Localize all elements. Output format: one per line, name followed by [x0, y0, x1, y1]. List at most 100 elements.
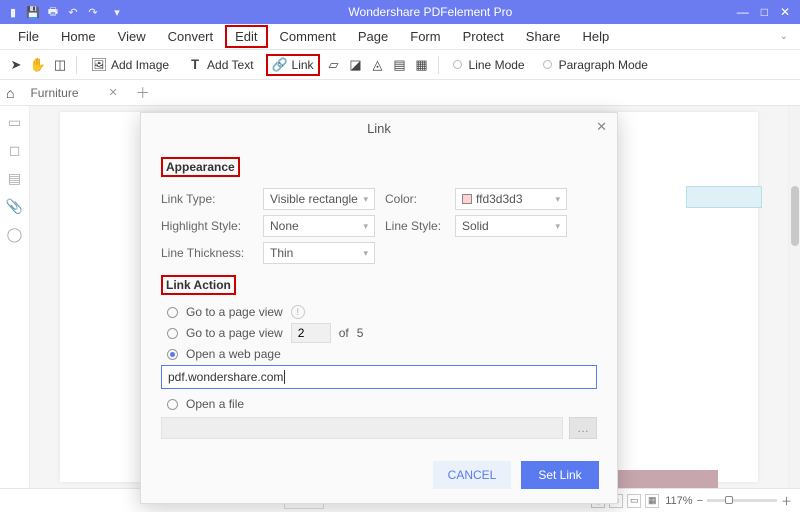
color-swatch-icon	[462, 194, 472, 204]
zoom-control: 117% − ＋	[665, 493, 792, 509]
file-path-input[interactable]	[161, 417, 563, 439]
chevron-down-icon: ▾	[363, 221, 368, 232]
line-mode-label: Line Mode	[469, 58, 525, 72]
link-icon: 🔗	[272, 57, 288, 73]
dialog-footer: CANCEL Set Link	[141, 451, 617, 503]
menu-convert[interactable]: Convert	[158, 25, 224, 48]
link-highlight-box[interactable]	[686, 186, 762, 208]
text-icon: 𝐓	[187, 57, 203, 73]
highlight-style-select[interactable]: None▾	[263, 215, 375, 237]
menu-form[interactable]: Form	[400, 25, 450, 48]
zoom-slider[interactable]	[707, 499, 777, 502]
chevron-down-icon: ▾	[555, 194, 560, 205]
line-mode-toggle[interactable]: Line Mode	[447, 55, 531, 75]
bookmarks-icon[interactable]: ◻	[7, 142, 23, 158]
menu-page[interactable]: Page	[348, 25, 398, 48]
cursor-icon[interactable]: ➤	[8, 57, 24, 73]
titlebar: ▮ 💾 🖶 ↶ ↷ ▾ Wondershare PDFelement Pro ―…	[0, 0, 800, 24]
app-title: Wondershare PDFelement Pro	[124, 5, 737, 19]
menu-file[interactable]: File	[8, 25, 49, 48]
text-cursor	[284, 370, 285, 384]
zoom-value: 117%	[665, 495, 692, 507]
left-sidebar: ▭ ◻ ▤ 📎 ◯	[0, 106, 30, 488]
label-of: of	[339, 326, 349, 340]
paragraph-mode-toggle[interactable]: Paragraph Mode	[537, 55, 654, 75]
background-icon[interactable]: ◬	[370, 57, 386, 73]
radio-go-to-page-view[interactable]	[167, 307, 178, 318]
tab-label: Furniture	[30, 86, 78, 100]
menu-home[interactable]: Home	[51, 25, 106, 48]
home-tab-icon[interactable]: ⌂	[6, 85, 14, 101]
link-button[interactable]: 🔗 Link	[266, 54, 320, 76]
section-link-action: Link Action	[161, 275, 236, 295]
save-icon[interactable]: 💾	[26, 5, 40, 19]
link-type-select[interactable]: Visible rectangle▾	[263, 188, 375, 210]
dialog-close-icon[interactable]: ✕	[596, 119, 607, 135]
label-go-to-page-view: Go to a page view	[186, 305, 283, 319]
url-input[interactable]: pdf.wondershare.com	[161, 365, 597, 389]
image-icon: 🖼	[91, 57, 107, 73]
radio-open-file[interactable]	[167, 399, 178, 410]
zoom-out-icon[interactable]: −	[697, 495, 703, 507]
label-go-to-page-view-2: Go to a page view	[186, 326, 283, 340]
comments-icon[interactable]: ▤	[7, 170, 23, 186]
add-text-label: Add Text	[207, 58, 253, 72]
menu-view[interactable]: View	[108, 25, 156, 48]
line-style-select[interactable]: Solid▾	[455, 215, 567, 237]
document-tabbar: ⌂ Furniture ✕ ＋	[0, 80, 800, 106]
url-value: pdf.wondershare.com	[168, 370, 283, 384]
scrollbar-thumb[interactable]	[791, 186, 799, 246]
label-open-file: Open a file	[186, 397, 244, 411]
radio-open-web-page[interactable]	[167, 349, 178, 360]
print-icon[interactable]: 🖶	[46, 5, 60, 19]
add-image-label: Add Image	[111, 58, 169, 72]
window-controls: ― □ ✕	[737, 5, 790, 19]
minimize-icon[interactable]: ―	[737, 5, 749, 19]
zoom-in-icon[interactable]: ＋	[781, 493, 792, 509]
label-page-total: 5	[357, 326, 364, 340]
view-grid-icon[interactable]: ▦	[645, 494, 659, 508]
watermark-icon[interactable]: ◪	[348, 57, 364, 73]
label-line-thickness: Line Thickness:	[161, 246, 253, 260]
menu-edit[interactable]: Edit	[225, 25, 267, 48]
set-link-button[interactable]: Set Link	[521, 461, 599, 489]
footer-icon[interactable]: ▦	[414, 57, 430, 73]
menubar-expand-icon[interactable]: ⌄	[776, 31, 792, 42]
label-color: Color:	[385, 192, 445, 206]
add-text-button[interactable]: 𝐓 Add Text	[181, 54, 259, 76]
chevron-down-icon: ▾	[363, 248, 368, 259]
crop-icon[interactable]: ▱	[326, 57, 342, 73]
undo-icon[interactable]: ↶	[66, 5, 80, 19]
tab-add-icon[interactable]: ＋	[136, 83, 150, 103]
search-panel-icon[interactable]: ◯	[7, 226, 23, 242]
line-thickness-select[interactable]: Thin▾	[263, 242, 375, 264]
attachments-icon[interactable]: 📎	[7, 198, 23, 214]
label-open-web-page: Open a web page	[186, 347, 281, 361]
browse-file-button[interactable]: …	[569, 417, 597, 439]
tab-close-icon[interactable]: ✕	[109, 86, 118, 99]
view-two-icon[interactable]: ▭	[627, 494, 641, 508]
close-icon[interactable]: ✕	[780, 5, 790, 19]
zoom-knob[interactable]	[725, 496, 733, 504]
cancel-button[interactable]: CANCEL	[433, 461, 511, 489]
titlebar-quick-icons: ▮ 💾 🖶 ↶ ↷ ▾	[6, 5, 124, 19]
hand-icon[interactable]: ✋	[30, 57, 46, 73]
tab-furniture[interactable]: Furniture ✕	[22, 86, 125, 100]
header-icon[interactable]: ▤	[392, 57, 408, 73]
maximize-icon[interactable]: □	[761, 5, 768, 19]
redo-icon[interactable]: ↷	[86, 5, 100, 19]
menu-help[interactable]: Help	[573, 25, 620, 48]
color-select[interactable]: ffd3d3d3▾	[455, 188, 567, 210]
menu-share[interactable]: Share	[516, 25, 571, 48]
label-highlight-style: Highlight Style:	[161, 219, 253, 233]
quickbar-chevron-icon[interactable]: ▾	[110, 5, 124, 19]
add-image-button[interactable]: 🖼 Add Image	[85, 54, 175, 76]
menu-comment[interactable]: Comment	[270, 25, 346, 48]
thumbnails-icon[interactable]: ▭	[7, 114, 23, 130]
radio-go-to-page-view-2[interactable]	[167, 328, 178, 339]
select-icon[interactable]: ◫	[52, 57, 68, 73]
menu-protect[interactable]: Protect	[453, 25, 514, 48]
vertical-scrollbar[interactable]	[788, 106, 800, 488]
page-number-input[interactable]	[291, 323, 331, 343]
info-icon[interactable]: !	[291, 305, 305, 319]
